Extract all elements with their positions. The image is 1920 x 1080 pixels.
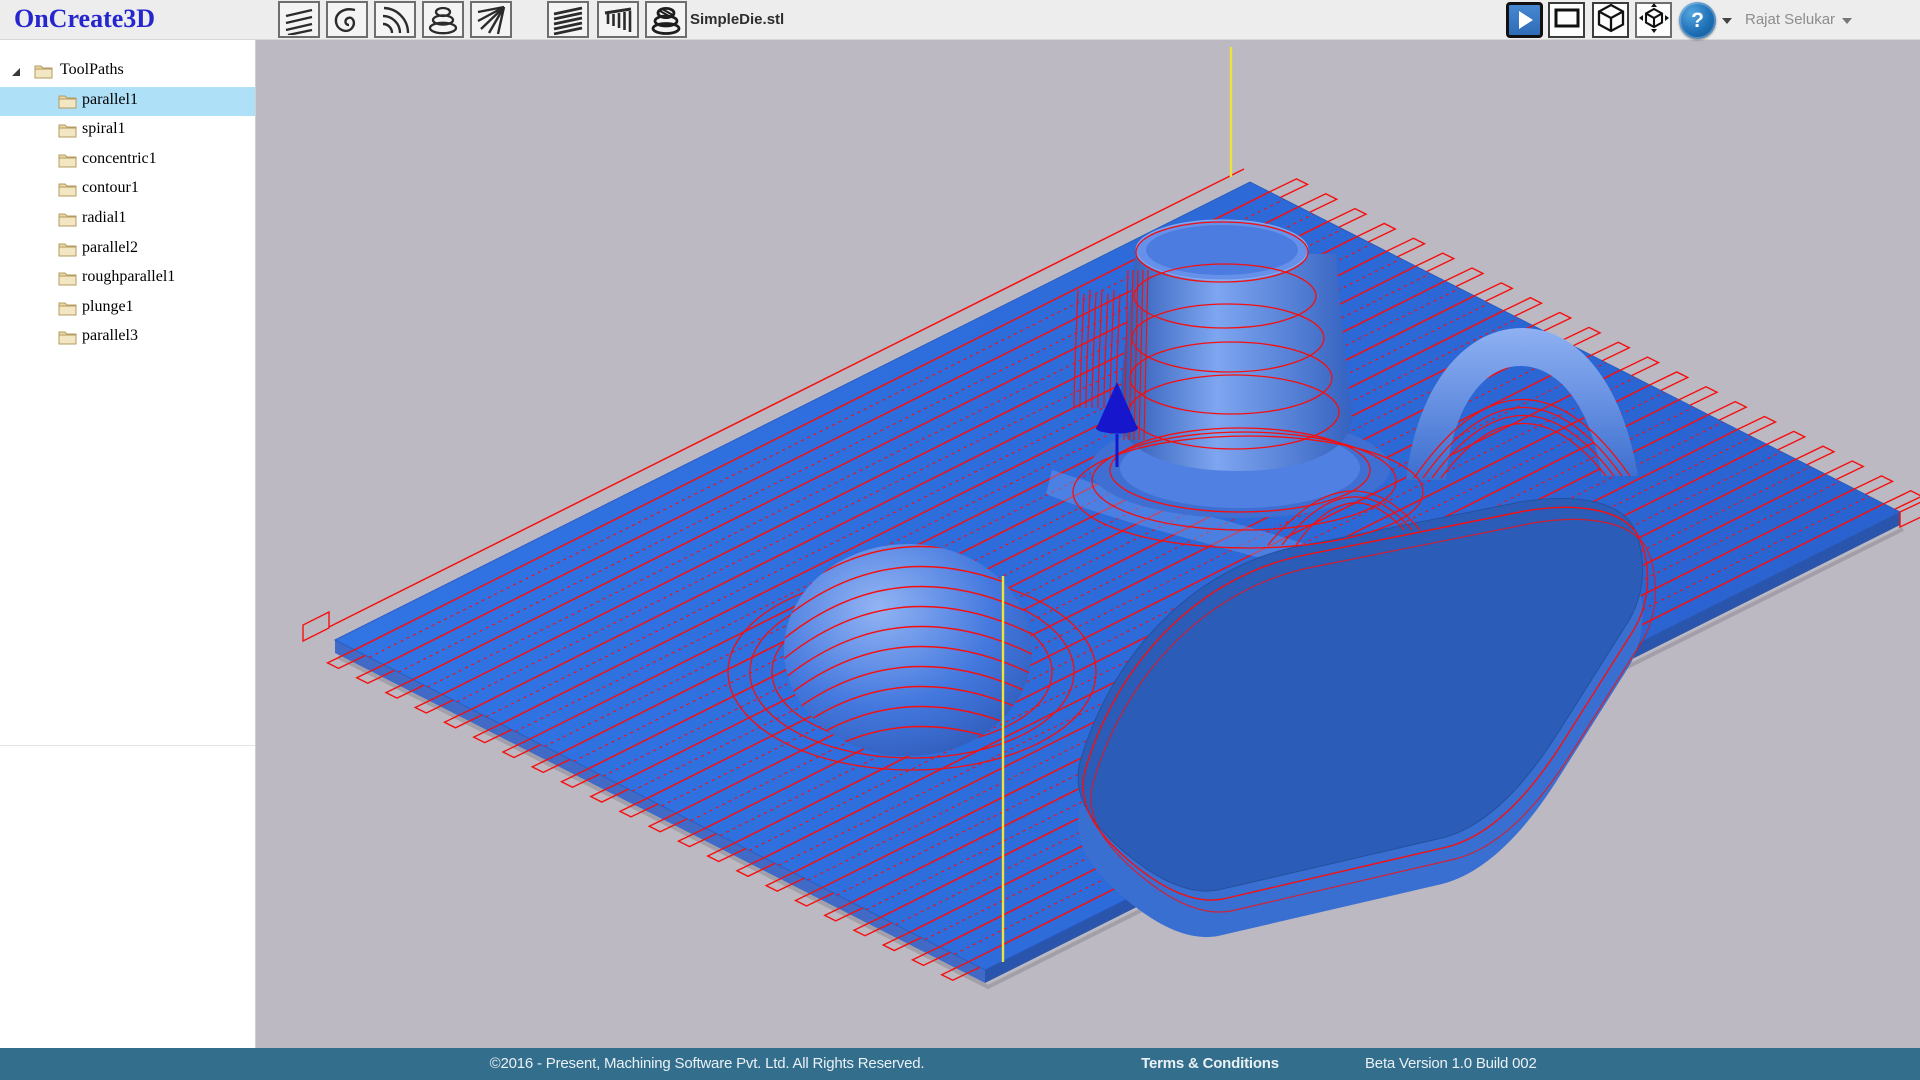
tree-item-label: parallel2 [82,239,138,257]
folder-icon [58,240,77,257]
folder-icon [58,299,77,316]
rough-parallel-toolpath-button[interactable] [547,1,589,38]
tree-item-label: parallel1 [82,91,138,109]
loaded-file-name: SimpleDie.stl [690,11,784,28]
folder-icon [58,328,77,345]
viewport-3d[interactable] [256,40,1920,1048]
spiral-toolpath-icon [332,5,362,35]
tree-root-label: ToolPaths [60,61,124,79]
play-icon [1519,11,1533,29]
radial-toolpath-icon [476,5,506,35]
version-text: Beta Version 1.0 Build 002 [1365,1055,1537,1072]
tree-item-roughparallel1[interactable]: roughparallel1 [0,264,255,294]
sidebar-divider [0,745,255,746]
radial-toolpath-button[interactable] [470,1,512,38]
folder-icon [58,151,77,168]
tree-item-parallel2[interactable]: parallel2 [0,235,255,265]
fit-view-button[interactable] [1635,2,1672,38]
tree-item-label: contour1 [82,179,139,197]
user-caret-icon [1842,18,1852,24]
fit-view-icon [1639,3,1669,38]
tree-item-plunge1[interactable]: plunge1 [0,294,255,324]
tree-item-label: plunge1 [82,298,134,316]
help-dropdown-caret[interactable] [1722,18,1732,24]
stl-model-icon [651,5,681,35]
tree-item-label: spiral1 [82,120,126,138]
help-button[interactable]: ? [1679,2,1716,39]
contour-toolpath-icon [428,5,458,35]
folder-icon [58,121,77,138]
tree-item-parallel3[interactable]: parallel3 [0,323,255,353]
folder-icon [34,62,53,79]
parallel-toolpath-button[interactable] [278,1,320,38]
parallel-toolpath-icon [284,5,314,35]
app-logo: OnCreate3D [14,4,155,34]
screen-icon [1552,3,1582,38]
plunge-toolpath-button[interactable] [597,1,639,38]
tree-item-parallel1[interactable]: parallel1 [0,87,255,117]
simulate-play-button[interactable] [1506,2,1543,38]
tree-item-contour1[interactable]: contour1 [0,175,255,205]
iso-cube-icon [1596,3,1626,38]
concentric-toolpath-button[interactable] [374,1,416,38]
folder-icon [58,92,77,109]
folder-icon [58,180,77,197]
tree-item-label: radial1 [82,209,126,227]
iso-view-button[interactable] [1592,2,1629,38]
expander-icon[interactable] [12,68,20,76]
user-name: Rajat Selukar [1745,11,1835,28]
concentric-toolpath-icon [380,5,410,35]
tree-item-radial1[interactable]: radial1 [0,205,255,235]
screen-view-button[interactable] [1548,2,1585,38]
spiral-toolpath-button[interactable] [326,1,368,38]
plunge-toolpath-icon [603,5,633,35]
folder-icon [58,269,77,286]
contour-toolpath-button[interactable] [422,1,464,38]
status-bar: ©2016 - Present, Machining Software Pvt.… [0,1048,1920,1080]
tree-root-toolpaths[interactable]: ToolPaths [0,57,255,87]
viewport-3d-scene[interactable] [256,40,1920,1048]
folder-icon [58,210,77,227]
tree-item-label: roughparallel1 [82,268,175,286]
tree-item-label: concentric1 [82,150,157,168]
copyright-text: ©2016 - Present, Machining Software Pvt.… [490,1055,925,1072]
user-menu[interactable]: Rajat Selukar [1745,11,1852,28]
toolpath-tree: ToolPaths parallel1 spiral1 concentric1 [0,40,255,353]
stl-model-button[interactable] [645,1,687,38]
tree-item-label: parallel3 [82,327,138,345]
tree-item-spiral1[interactable]: spiral1 [0,116,255,146]
rough-parallel-toolpath-icon [553,5,583,35]
terms-link[interactable]: Terms & Conditions [1141,1055,1279,1072]
top-toolbar: OnCreate3D [0,0,1920,40]
toolpath-tree-panel: ToolPaths parallel1 spiral1 concentric1 [0,40,256,1048]
tree-item-concentric1[interactable]: concentric1 [0,146,255,176]
help-icon: ? [1691,9,1704,33]
